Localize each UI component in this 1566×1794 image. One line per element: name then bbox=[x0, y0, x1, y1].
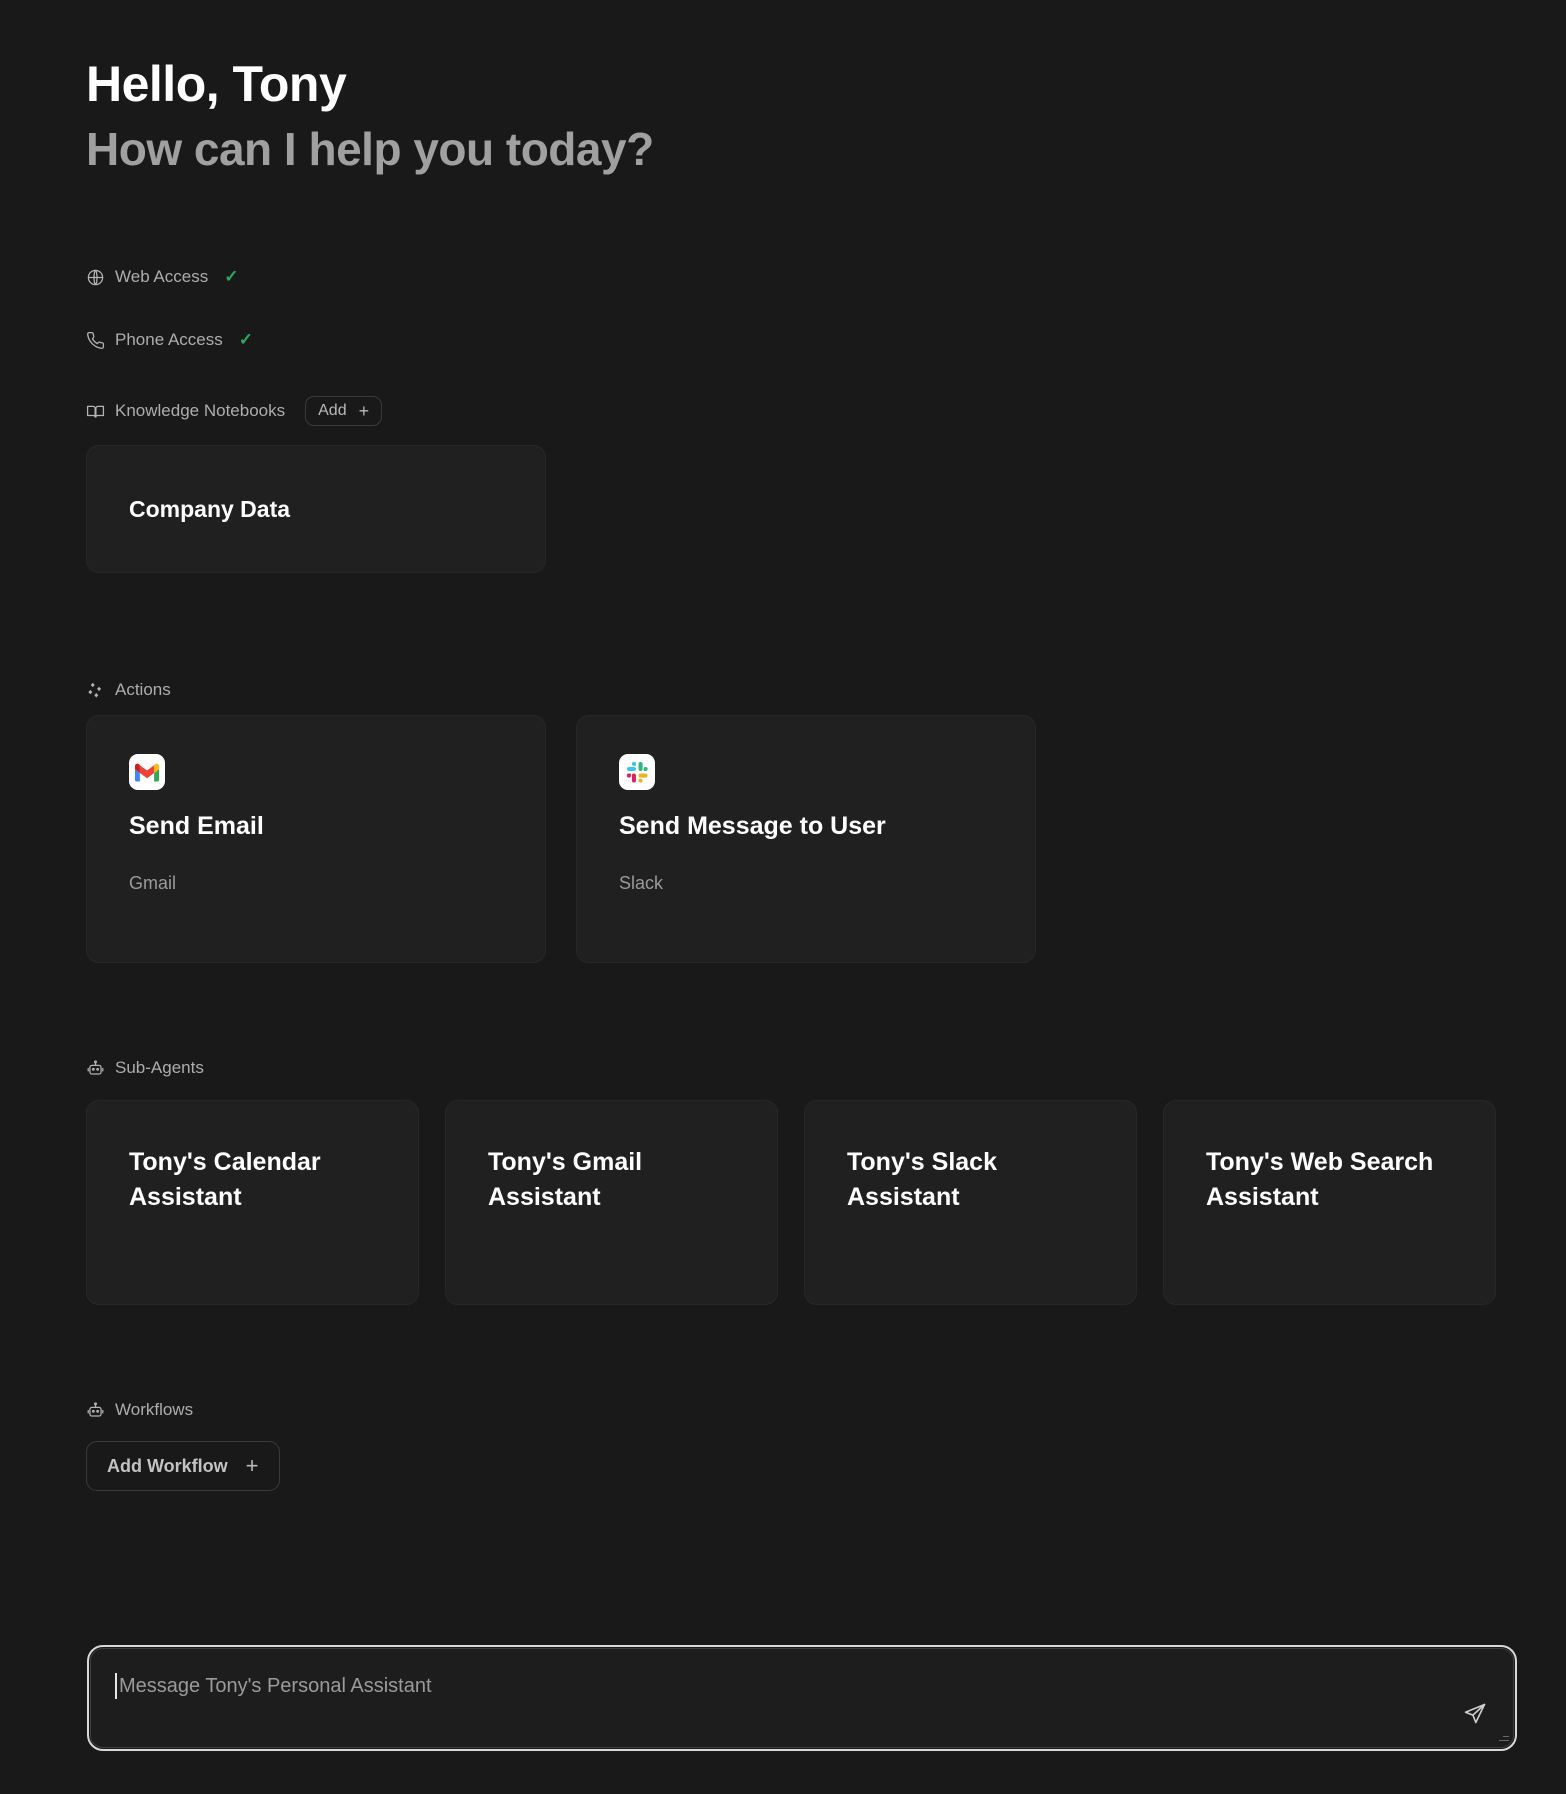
action-app-name: Gmail bbox=[129, 873, 177, 893]
sub-agent-title: Tony's Calendar Assistant bbox=[129, 1148, 321, 1211]
sub-agent-card-gmail[interactable]: Tony's Gmail Assistant bbox=[445, 1100, 778, 1305]
slack-icon bbox=[619, 754, 655, 790]
sub-agent-card-web-search[interactable]: Tony's Web Search Assistant bbox=[1163, 1100, 1496, 1305]
gmail-icon bbox=[129, 754, 165, 790]
greeting-primary: Hello, Tony bbox=[86, 56, 347, 112]
action-card-send-message-to-user[interactable]: Send Message to User Slack bbox=[576, 715, 1036, 963]
sub-agents-label: Sub-Agents bbox=[115, 1058, 204, 1077]
capability-phone-access[interactable]: Phone Access ✓ bbox=[86, 330, 253, 350]
phone-icon bbox=[86, 331, 105, 350]
greeting-secondary: How can I help you today? bbox=[86, 123, 654, 175]
add-workflow-button[interactable]: Add Workflow + bbox=[86, 1441, 280, 1491]
add-notebook-label: Add bbox=[318, 402, 347, 419]
message-composer[interactable]: Message Tony's Personal Assistant bbox=[87, 1645, 1517, 1751]
workflows-header: Workflows bbox=[86, 1400, 193, 1420]
action-title: Send Email bbox=[129, 812, 264, 840]
plus-icon: + bbox=[245, 1453, 259, 1478]
text-caret bbox=[115, 1673, 117, 1699]
actions-header: Actions bbox=[86, 680, 171, 700]
action-title: Send Message to User bbox=[619, 812, 886, 840]
notebook-card-company-data[interactable]: Company Data bbox=[86, 445, 546, 573]
composer-placeholder: Message Tony's Personal Assistant bbox=[119, 1675, 432, 1697]
robot-icon bbox=[86, 1401, 105, 1420]
sub-agent-card-slack[interactable]: Tony's Slack Assistant bbox=[804, 1100, 1137, 1305]
send-paper-plane-icon bbox=[1463, 1702, 1487, 1729]
capability-label: Phone Access bbox=[115, 330, 223, 349]
send-button[interactable] bbox=[1459, 1699, 1491, 1731]
globe-icon bbox=[86, 268, 105, 287]
sub-agent-title: Tony's Slack Assistant bbox=[847, 1148, 997, 1211]
sub-agent-card-calendar[interactable]: Tony's Calendar Assistant bbox=[86, 1100, 419, 1305]
knowledge-notebooks-label: Knowledge Notebooks bbox=[115, 401, 286, 420]
check-icon: ✓ bbox=[224, 267, 239, 286]
book-icon bbox=[86, 402, 105, 421]
action-app-name: Slack bbox=[619, 873, 664, 893]
resize-handle[interactable] bbox=[1497, 1731, 1509, 1743]
sub-agent-title: Tony's Web Search Assistant bbox=[1206, 1148, 1434, 1211]
check-icon: ✓ bbox=[238, 330, 253, 349]
capability-web-access[interactable]: Web Access ✓ bbox=[86, 267, 238, 287]
robot-icon bbox=[86, 1059, 105, 1078]
sub-agent-title: Tony's Gmail Assistant bbox=[488, 1148, 643, 1211]
add-workflow-label: Add Workflow bbox=[107, 1455, 228, 1476]
action-card-send-email[interactable]: Send Email Gmail bbox=[86, 715, 546, 963]
actions-list: Send Email Gmail Send Message to User Sl… bbox=[86, 715, 1036, 963]
actions-label: Actions bbox=[115, 680, 171, 699]
sub-agents-header: Sub-Agents bbox=[86, 1058, 204, 1078]
knowledge-notebooks-header: Knowledge Notebooks Add + bbox=[86, 396, 383, 426]
add-notebook-button[interactable]: Add + bbox=[305, 396, 383, 426]
plus-icon: + bbox=[358, 401, 370, 421]
sub-agents-list: Tony's Calendar Assistant Tony's Gmail A… bbox=[86, 1100, 1496, 1305]
sparkle-diamonds-icon bbox=[86, 681, 105, 700]
greeting-block: Hello, Tony How can I help you today? bbox=[86, 55, 654, 177]
notebook-title: Company Data bbox=[129, 495, 291, 522]
capability-label: Web Access bbox=[115, 267, 209, 286]
workflows-label: Workflows bbox=[115, 1400, 194, 1419]
app-root: Hello, Tony How can I help you today? We… bbox=[0, 0, 1566, 1794]
